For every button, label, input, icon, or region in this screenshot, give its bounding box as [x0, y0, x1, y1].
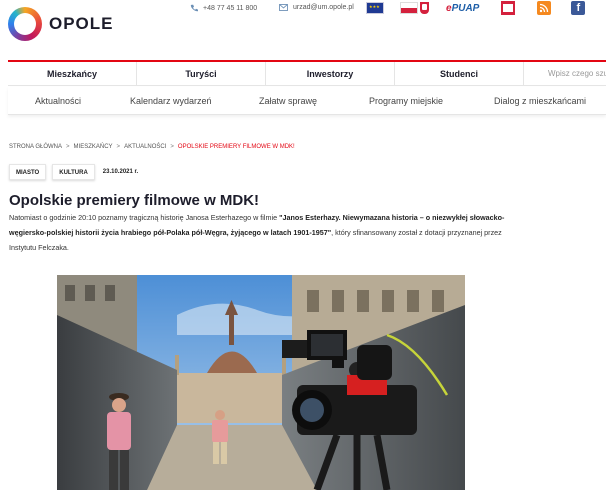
- breadcrumb-current: OPOLSKIE PREMIERY FILMOWE W MDK!: [177, 144, 295, 150]
- tab-inwestorzy[interactable]: Inwestorzy: [266, 62, 395, 86]
- subnav-item-kalendarz[interactable]: Kalendarz wydarzeń: [130, 96, 212, 106]
- subnav-item-programy[interactable]: Programy miejskie: [369, 96, 443, 106]
- breadcrumb: STRONA GŁÓWNA > MIESZKAŃCY > AKTUALNOŚCI…: [9, 144, 295, 150]
- bip-icon[interactable]: [501, 1, 516, 15]
- subnav-item-zalatw-sprawe[interactable]: Załatw sprawę: [259, 96, 317, 106]
- tag-badge-miasto[interactable]: MIASTO: [9, 164, 47, 180]
- epuap-label: PUAP: [451, 2, 480, 14]
- search-input[interactable]: Wpisz czego szukasz: [524, 62, 606, 86]
- breadcrumb-home[interactable]: STRONA GŁÓWNA: [9, 144, 62, 150]
- top-bar: OPOLE +48 77 45 11 800 urzad@um.opole.pl…: [0, 0, 606, 52]
- breadcrumb-aktualnosci[interactable]: AKTUALNOŚCI: [124, 144, 166, 150]
- article-date: 23.10.2021 r.: [102, 169, 139, 175]
- subnav-item-dialog[interactable]: Dialog z mieszkańcami: [494, 96, 586, 106]
- opole-logo[interactable]: OPOLE: [8, 7, 114, 41]
- subnav-item-aktualnosci[interactable]: Aktualności: [35, 96, 81, 106]
- film-set-photo: [57, 275, 465, 490]
- eu-flag-icon[interactable]: [366, 2, 384, 14]
- main-nav: Mieszkańcy Turyści Inwestorzy Studenci W…: [8, 60, 606, 86]
- tag-badge-kultura[interactable]: KULTURA: [52, 164, 95, 180]
- phone-icon: [190, 4, 198, 12]
- email-contact[interactable]: urzad@um.opole.pl: [279, 4, 354, 11]
- lead-text-start: Natomiast o godzinie 20:10 poznamy tragi…: [9, 213, 280, 222]
- envelope-icon: [279, 4, 288, 11]
- top-icons: e PUAP f: [366, 1, 586, 15]
- polish-flag-icon[interactable]: [400, 2, 418, 14]
- epuap-link[interactable]: e PUAP: [446, 3, 479, 14]
- sub-nav: Aktualności Kalendarz wydarzeń Załatw sp…: [8, 87, 606, 115]
- tab-studenci[interactable]: Studenci: [395, 62, 524, 86]
- breadcrumb-separator: >: [66, 144, 70, 150]
- article-photo[interactable]: [57, 275, 465, 490]
- facebook-icon[interactable]: f: [571, 1, 586, 15]
- breadcrumb-separator: >: [116, 144, 121, 150]
- polish-emblem-icon[interactable]: [420, 2, 429, 14]
- email-address: urzad@um.opole.pl: [293, 4, 354, 11]
- rss-icon[interactable]: [537, 1, 552, 15]
- logo-ring-icon: [8, 7, 42, 41]
- tab-turysci[interactable]: Turyści: [137, 62, 266, 86]
- rss-glyph-icon: [540, 3, 549, 13]
- article-lead: Natomiast o godzinie 20:10 poznamy tragi…: [9, 210, 519, 255]
- tab-mieszkancy[interactable]: Mieszkańcy: [8, 62, 137, 86]
- article-meta: MIASTO KULTURA 23.10.2021 r.: [9, 164, 138, 180]
- phone-contact[interactable]: +48 77 45 11 800: [190, 4, 257, 12]
- breadcrumb-mieszkancy[interactable]: MIESZKAŃCY: [74, 144, 113, 150]
- breadcrumb-separator: >: [170, 144, 174, 150]
- phone-number: +48 77 45 11 800: [203, 4, 258, 12]
- logo-text: OPOLE: [49, 14, 114, 33]
- article-title: Opolskie premiery filmowe w MDK!: [9, 192, 260, 209]
